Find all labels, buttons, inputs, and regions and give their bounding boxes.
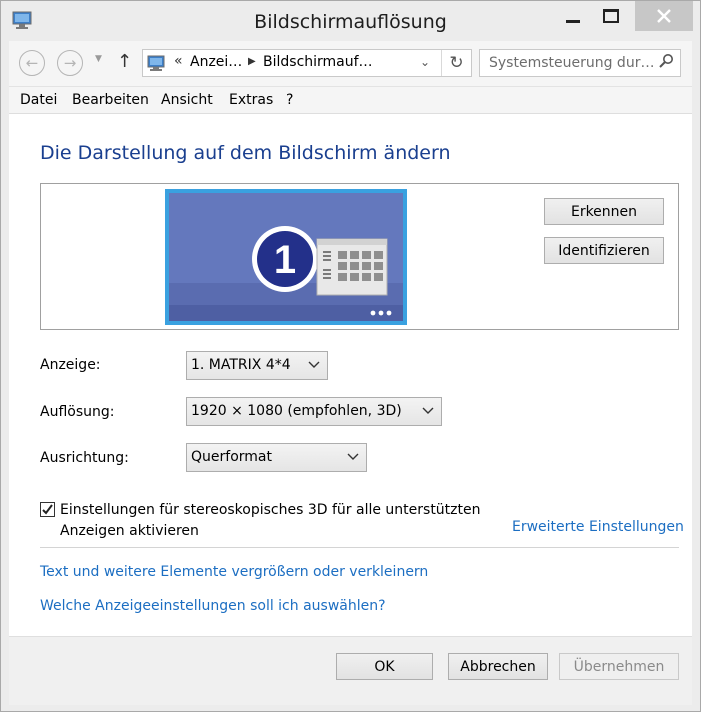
stereo-3d-label[interactable]: Einstellungen für stereoskopisches 3D fü… xyxy=(60,500,500,542)
apply-button[interactable]: Übernehmen xyxy=(559,653,679,680)
page-title: Die Darstellung auf dem Bildschirm änder… xyxy=(40,142,451,164)
text-size-link[interactable]: Text und weitere Elemente vergrößern ode… xyxy=(40,564,428,580)
maximize-icon xyxy=(603,9,619,23)
detect-button[interactable]: Erkennen xyxy=(544,198,664,225)
chevron-down-icon xyxy=(308,361,320,368)
menu-edit[interactable]: Bearbeiten xyxy=(72,92,149,108)
which-settings-link[interactable]: Welche Anzeigeeinstellungen soll ich aus… xyxy=(40,598,386,614)
menu-help[interactable]: ? xyxy=(286,92,293,108)
search-box[interactable]: Systemsteuerung dur… xyxy=(479,49,681,77)
dialog-window: Bildschirmauflösung ← → ▼ ↑ « Anzei… ▶ B… xyxy=(0,0,701,712)
identify-button[interactable]: Identifizieren xyxy=(544,237,664,264)
maximize-button[interactable] xyxy=(595,1,627,31)
forward-button[interactable]: → xyxy=(57,50,83,76)
recent-locations-dropdown[interactable]: ▼ xyxy=(95,54,102,64)
up-button[interactable]: ↑ xyxy=(117,51,132,72)
search-input[interactable]: Systemsteuerung dur… xyxy=(489,55,654,71)
menu-file[interactable]: Datei xyxy=(20,92,57,108)
minimize-button[interactable] xyxy=(557,1,589,31)
refresh-button[interactable]: ↻ xyxy=(441,50,471,76)
display-select-value: 1. MATRIX 4*4 xyxy=(191,357,291,373)
title-bar: Bildschirmauflösung xyxy=(1,1,700,41)
address-bar[interactable]: « Anzei… ▶ Bildschirmauf… ⌄ ↻ xyxy=(142,49,472,77)
arrow-right-icon: → xyxy=(63,54,77,72)
menu-bar: Datei Bearbeiten Ansicht Extras ? xyxy=(9,86,692,113)
dialog-footer: OK Abbrechen Übernehmen xyxy=(9,636,692,705)
chevron-down-icon xyxy=(422,407,434,414)
search-icon[interactable] xyxy=(658,53,674,69)
close-button[interactable] xyxy=(635,1,693,31)
chevron-right-icon[interactable]: ▶ xyxy=(248,56,256,67)
orientation-label: Ausrichtung: xyxy=(40,450,129,466)
resolution-label: Auflösung: xyxy=(40,404,115,420)
monitor-number: 1 xyxy=(274,238,296,282)
close-icon xyxy=(657,9,671,23)
display-select[interactable]: 1. MATRIX 4*4 xyxy=(186,351,328,380)
arrow-left-icon: ← xyxy=(25,54,39,72)
breadcrumb-item-display[interactable]: Anzei… xyxy=(190,54,242,70)
refresh-icon: ↻ xyxy=(449,53,464,73)
stereo-3d-checkbox[interactable] xyxy=(40,502,55,517)
menu-view[interactable]: Ansicht xyxy=(161,92,213,108)
orientation-select[interactable]: Querformat xyxy=(186,443,367,472)
cancel-button[interactable]: Abbrechen xyxy=(448,653,548,680)
resolution-select[interactable]: 1920 × 1080 (empfohlen, 3D) xyxy=(186,397,442,426)
divider xyxy=(40,547,679,548)
chevron-down-icon xyxy=(347,453,359,460)
resolution-select-value: 1920 × 1080 (empfohlen, 3D) xyxy=(191,403,402,419)
display-icon xyxy=(147,55,165,71)
menu-extras[interactable]: Extras xyxy=(229,92,273,108)
ok-button[interactable]: OK xyxy=(336,653,433,680)
monitor-1[interactable]: 1 xyxy=(165,189,407,325)
breadcrumb-item-resolution[interactable]: Bildschirmauf… xyxy=(263,54,373,70)
back-button[interactable]: ← xyxy=(19,50,45,76)
orientation-select-value: Querformat xyxy=(191,449,272,465)
checkmark-icon xyxy=(42,504,53,515)
monitor-preview: 1 Erkennen Identifizieren xyxy=(40,183,679,330)
main-content: Die Darstellung auf dem Bildschirm änder… xyxy=(9,113,692,636)
advanced-settings-link[interactable]: Erweiterte Einstellungen xyxy=(512,519,684,535)
breadcrumb-overflow[interactable]: « xyxy=(174,53,183,69)
chevron-down-icon[interactable]: ⌄ xyxy=(420,55,430,69)
minimize-icon xyxy=(566,19,580,23)
display-label: Anzeige: xyxy=(40,357,101,373)
navigation-bar: ← → ▼ ↑ « Anzei… ▶ Bildschirmauf… ⌄ ↻ Sy… xyxy=(9,41,692,86)
